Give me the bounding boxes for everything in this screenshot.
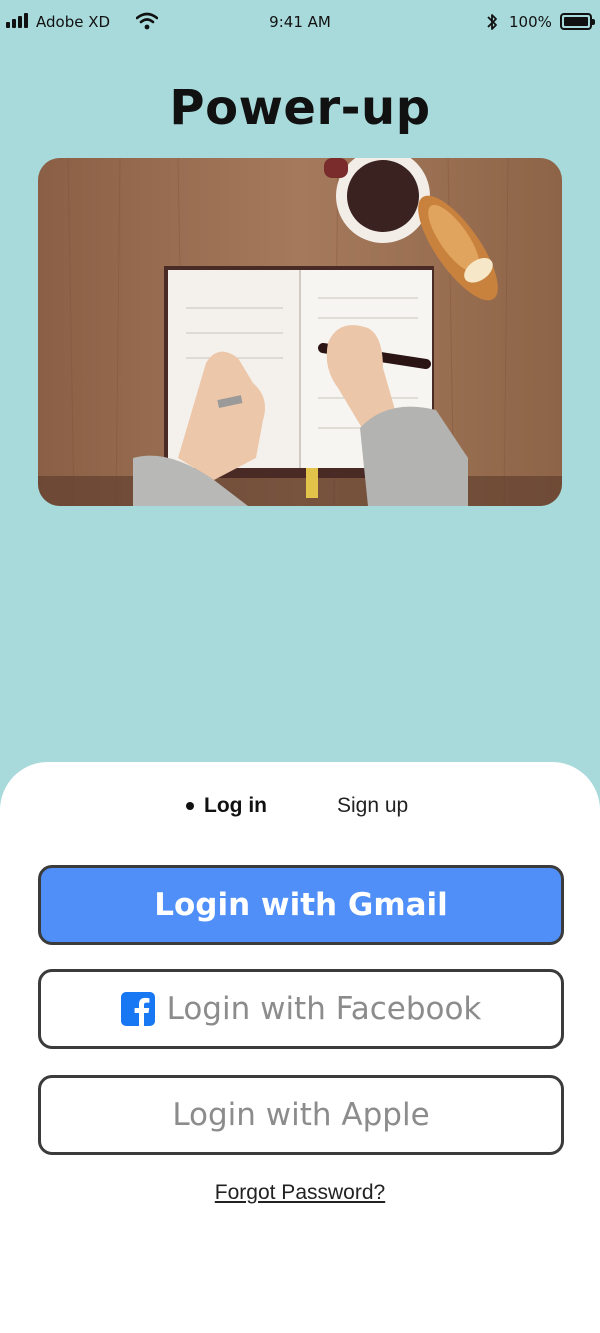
bluetooth-icon: [485, 12, 499, 36]
journal-writing-illustration: [38, 158, 562, 506]
battery-percentage: 100%: [509, 13, 552, 31]
battery-icon: [560, 13, 595, 30]
login-apple-button[interactable]: Login with Apple: [38, 1075, 564, 1155]
login-apple-label: Login with Apple: [172, 1097, 430, 1133]
login-gmail-button[interactable]: Login with Gmail: [38, 865, 564, 945]
app-title: Power-up: [169, 80, 431, 136]
login-gmail-label: Login with Gmail: [154, 887, 448, 923]
tab-login-label: Log in: [204, 794, 267, 817]
tab-signup[interactable]: Sign up: [337, 794, 408, 818]
facebook-icon: [120, 992, 155, 1026]
status-bar: Adobe XD 9:41 AM 100%: [0, 0, 600, 44]
login-facebook-button[interactable]: Login with Facebook: [38, 969, 564, 1049]
active-tab-indicator: [186, 802, 194, 810]
tab-login[interactable]: Log in: [186, 794, 267, 818]
hero-photo: [38, 158, 562, 506]
login-facebook-label: Login with Facebook: [166, 991, 482, 1027]
auth-tabs: Log in Sign up: [0, 794, 600, 824]
forgot-password-link[interactable]: Forgot Password?: [0, 1181, 600, 1205]
